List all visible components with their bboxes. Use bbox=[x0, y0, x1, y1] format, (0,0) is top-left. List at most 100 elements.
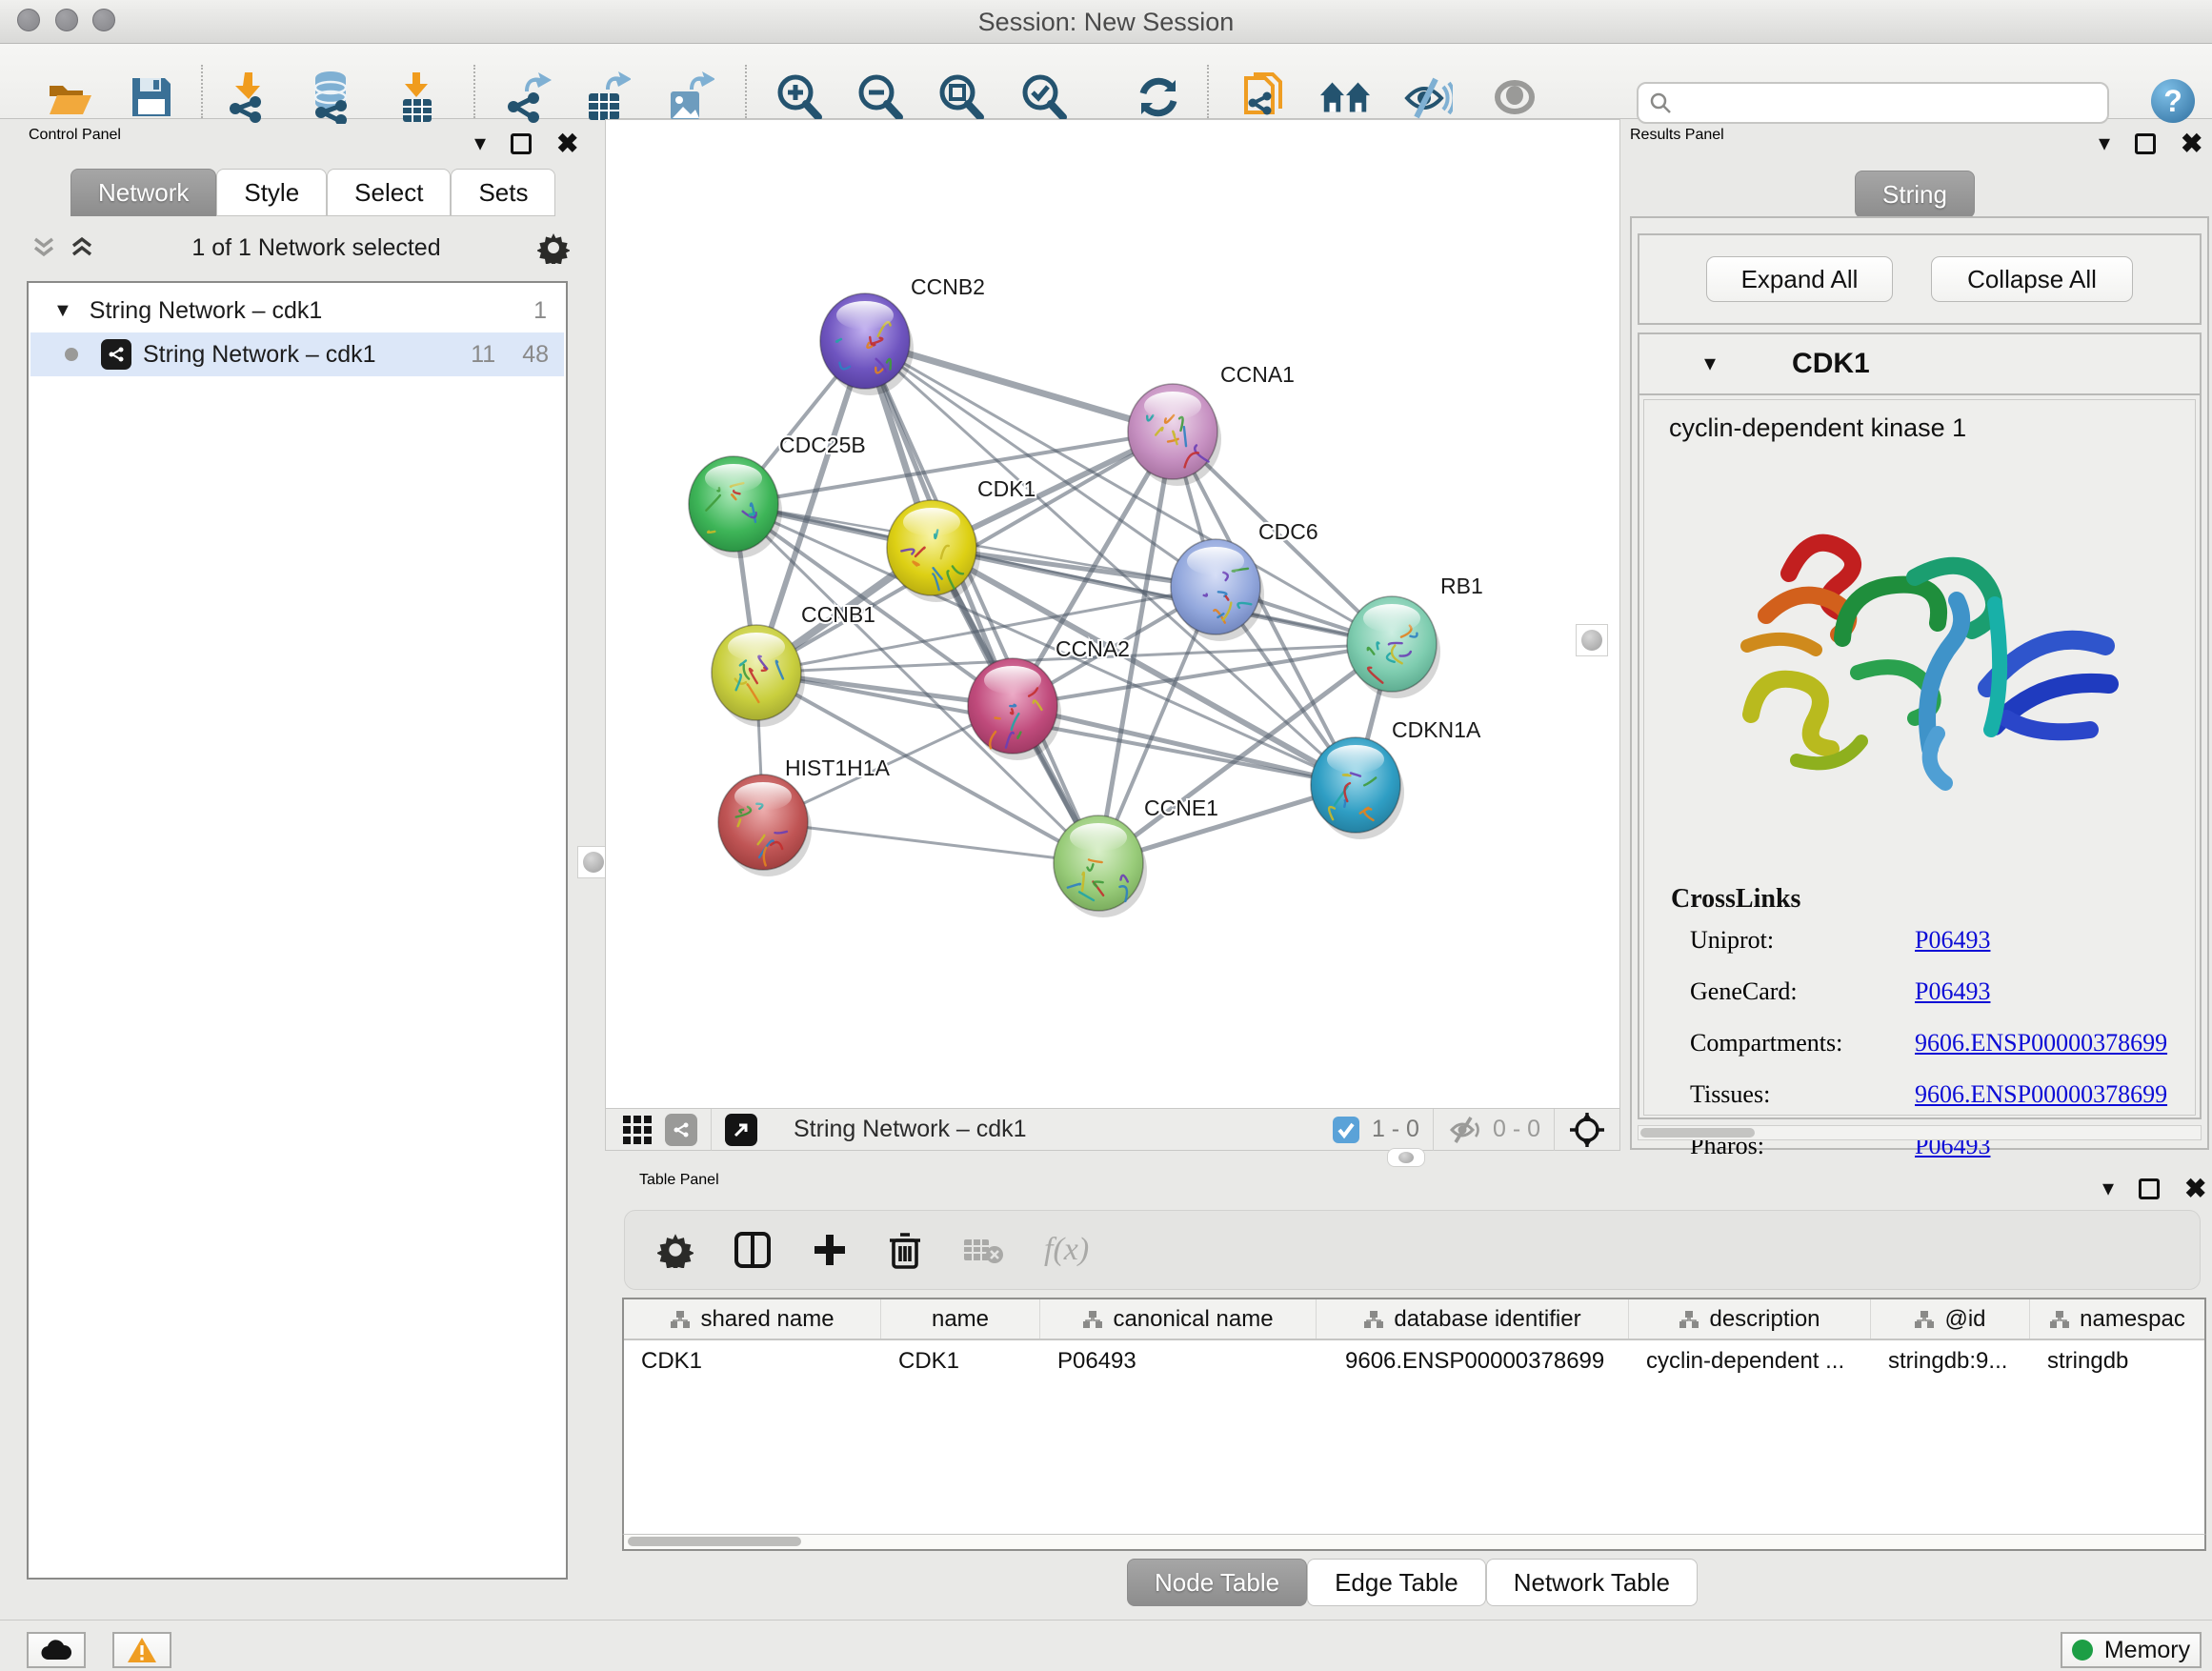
splitter-handle[interactable] bbox=[1387, 1148, 1425, 1167]
gear-icon[interactable] bbox=[657, 1232, 694, 1268]
network-node-ccnb1[interactable]: CCNB1 bbox=[712, 602, 875, 727]
show-all-button[interactable] bbox=[1488, 70, 1541, 124]
network-collection-row[interactable]: ▼ String Network – cdk1 1 bbox=[30, 289, 564, 332]
tab-sets[interactable]: Sets bbox=[451, 169, 555, 216]
current-network-dot-icon bbox=[65, 348, 78, 361]
network-node-cdkn1a[interactable]: CDKN1A bbox=[1311, 717, 1481, 839]
float-panel-icon[interactable]: ▾ bbox=[2102, 1178, 2114, 1200]
export-image-button[interactable] bbox=[663, 70, 716, 124]
collapse-all-button[interactable]: Collapse All bbox=[1931, 256, 2133, 302]
split-columns-icon[interactable] bbox=[734, 1231, 772, 1269]
network-node-cdk1[interactable]: CDK1 bbox=[887, 476, 1036, 602]
tree-expand-icon[interactable]: ▼ bbox=[53, 300, 72, 322]
document-share-icon bbox=[1240, 70, 1288, 124]
export-table-button[interactable] bbox=[580, 70, 633, 124]
network-node-hist1h1a[interactable]: HIST1H1A bbox=[718, 755, 891, 876]
node-label-cdkn1a: CDKN1A bbox=[1392, 717, 1481, 742]
open-in-new-window-icon[interactable] bbox=[725, 1114, 757, 1146]
tab-network[interactable]: Network bbox=[70, 169, 216, 216]
collapse-section-icon[interactable]: ▾ bbox=[1704, 352, 1716, 375]
tab-select[interactable]: Select bbox=[327, 169, 451, 216]
import-network-from-file-button[interactable] bbox=[222, 70, 275, 124]
table-toolbar: f(x) bbox=[624, 1210, 2201, 1290]
tab-edge-table[interactable]: Edge Table bbox=[1307, 1559, 1486, 1606]
cytoscape-window: Session: New Session bbox=[0, 0, 2212, 1671]
houses-button[interactable] bbox=[1318, 70, 1372, 124]
zoom-in-button[interactable] bbox=[772, 70, 825, 124]
hidden-counts: 0 - 0 bbox=[1493, 1116, 1540, 1143]
expand-all-icon[interactable] bbox=[69, 235, 95, 260]
crosslink-value[interactable]: 9606.ENSP00000378699 bbox=[1915, 1029, 2167, 1057]
table-row[interactable]: CDK1 CDK1 P06493 9606.ENSP00000378699 cy… bbox=[624, 1340, 2204, 1382]
collapse-all-icon[interactable] bbox=[30, 235, 57, 260]
tab-style[interactable]: Style bbox=[216, 169, 327, 216]
node-count: 11 bbox=[471, 341, 495, 369]
network-collection-label: String Network – cdk1 bbox=[90, 297, 323, 325]
network-node-ccna1[interactable]: CCNA1 bbox=[1128, 362, 1295, 486]
close-panel-icon[interactable]: ✖ bbox=[556, 131, 578, 157]
export-network-button[interactable] bbox=[500, 70, 553, 124]
delete-column-icon[interactable] bbox=[888, 1231, 922, 1269]
tab-network-table[interactable]: Network Table bbox=[1486, 1559, 1698, 1606]
hidden-eye-slash-icon[interactable] bbox=[1447, 1115, 1483, 1145]
search-input[interactable] bbox=[1673, 86, 2098, 120]
column-header[interactable]: database identifier bbox=[1317, 1299, 1629, 1339]
node-label-hist1h1a: HIST1H1A bbox=[785, 755, 891, 780]
results-horizontal-scrollbar[interactable] bbox=[1638, 1125, 2202, 1140]
close-panel-icon[interactable]: ✖ bbox=[2184, 1176, 2206, 1202]
help-button[interactable]: ? bbox=[2151, 79, 2195, 123]
eye-icon bbox=[1491, 75, 1538, 119]
float-panel-icon[interactable]: ▾ bbox=[2099, 132, 2110, 155]
table-panel: Table Panel ▾ ✖ bbox=[605, 1170, 2212, 1620]
birdseye-crosshair-icon[interactable] bbox=[1568, 1111, 1606, 1149]
maximize-panel-icon[interactable] bbox=[511, 133, 532, 154]
crosslink-value[interactable]: 9606.ENSP00000378699 bbox=[1915, 1080, 2167, 1109]
import-table-from-file-button[interactable] bbox=[391, 70, 444, 124]
string-app-icon bbox=[101, 339, 131, 370]
float-panel-icon[interactable]: ▾ bbox=[474, 132, 486, 155]
export-image-icon bbox=[665, 70, 714, 124]
column-header[interactable]: @id bbox=[1871, 1299, 2030, 1339]
memory-button[interactable]: Memory bbox=[2061, 1632, 2202, 1668]
expand-all-button[interactable]: Expand All bbox=[1706, 256, 1893, 302]
column-header[interactable]: namespac bbox=[2030, 1299, 2204, 1339]
maximize-panel-icon[interactable] bbox=[2135, 133, 2156, 154]
selected-checkbox-icon[interactable] bbox=[1332, 1116, 1360, 1144]
maximize-panel-icon[interactable] bbox=[2139, 1178, 2160, 1199]
zoom-fit-button[interactable] bbox=[934, 70, 987, 124]
table-horizontal-scrollbar[interactable] bbox=[622, 1534, 2206, 1551]
string-network-icon[interactable] bbox=[665, 1114, 697, 1146]
open-session-button[interactable] bbox=[44, 70, 97, 124]
zoom-selected-button[interactable] bbox=[1016, 70, 1070, 124]
column-header[interactable]: canonical name bbox=[1040, 1299, 1317, 1339]
hide-selected-button[interactable] bbox=[1399, 70, 1453, 124]
network-canvas[interactable]: CCNB2CCNA1CDC25BCDK1CDC6RB1CCNB1CCNA2CDK… bbox=[606, 120, 1619, 1108]
crosslink-value[interactable]: P06493 bbox=[1915, 926, 1990, 955]
column-header[interactable]: name bbox=[881, 1299, 1040, 1339]
first-neighbors-button[interactable] bbox=[1237, 70, 1291, 124]
cloud-button[interactable] bbox=[27, 1632, 86, 1668]
function-builder-icon[interactable]: f(x) bbox=[1044, 1232, 1089, 1268]
warnings-button[interactable] bbox=[112, 1632, 171, 1668]
close-panel-icon[interactable]: ✖ bbox=[2181, 131, 2202, 157]
grid-view-icon[interactable] bbox=[621, 1114, 654, 1146]
column-header[interactable]: shared name bbox=[624, 1299, 881, 1339]
import-network-from-database-button[interactable] bbox=[305, 70, 358, 124]
refresh-layout-button[interactable] bbox=[1132, 70, 1185, 124]
gear-icon[interactable] bbox=[537, 232, 570, 264]
add-column-icon[interactable] bbox=[812, 1232, 848, 1268]
zoom-out-button[interactable] bbox=[853, 70, 906, 124]
delete-table-icon[interactable] bbox=[962, 1234, 1004, 1266]
splitter-handle[interactable] bbox=[1576, 624, 1608, 656]
crosslink-label: GeneCard: bbox=[1690, 977, 1798, 1005]
tab-node-table[interactable]: Node Table bbox=[1127, 1559, 1307, 1606]
column-header[interactable]: description bbox=[1629, 1299, 1871, 1339]
import-network-icon bbox=[224, 70, 273, 124]
crosslink-value[interactable]: P06493 bbox=[1915, 977, 1990, 1006]
tab-string[interactable]: String bbox=[1855, 171, 1975, 218]
network-node-ccnb2[interactable]: CCNB2 bbox=[820, 274, 985, 395]
network-row-selected[interactable]: String Network – cdk1 11 48 bbox=[30, 332, 564, 376]
toolbar-separator bbox=[1207, 65, 1209, 118]
save-session-button[interactable] bbox=[125, 70, 178, 124]
network-node-rb1[interactable]: RB1 bbox=[1347, 574, 1483, 698]
